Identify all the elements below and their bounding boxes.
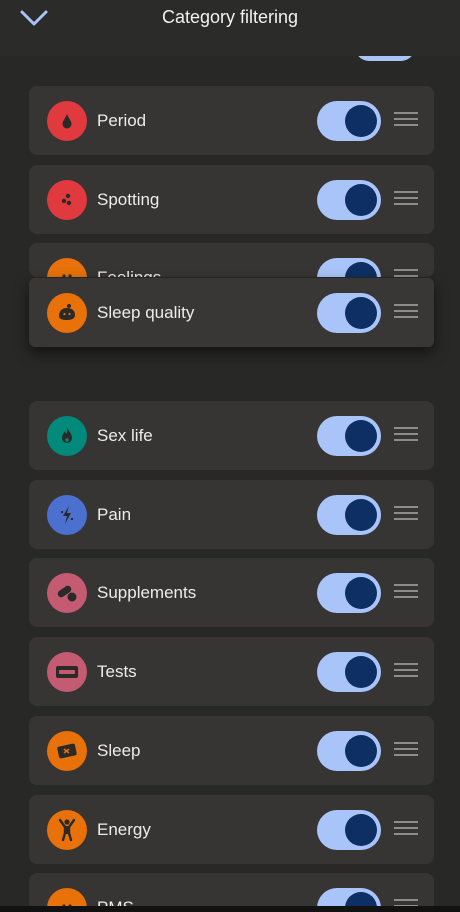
category-row-tests: Tests xyxy=(29,637,434,706)
category-label: Tests xyxy=(97,662,137,681)
toggle-knob xyxy=(345,262,377,277)
category-row-sex-life: Sex life xyxy=(29,401,434,470)
spotting-toggle[interactable] xyxy=(317,180,381,220)
sex-life-toggle[interactable] xyxy=(317,416,381,456)
pill-icon xyxy=(47,573,87,613)
category-label: Spotting xyxy=(97,190,160,209)
category-row-sleep-quality[interactable]: Sleep quality xyxy=(29,278,434,347)
toggle-knob xyxy=(345,735,377,767)
drop-icon xyxy=(47,101,87,141)
category-label: Energy xyxy=(97,820,151,839)
system-navigation-bar xyxy=(0,906,460,912)
category-label: Supplements xyxy=(97,583,197,602)
category-row-sleep: Sleep xyxy=(29,716,434,785)
pain-toggle[interactable] xyxy=(317,495,381,535)
drag-handle-icon[interactable] xyxy=(394,821,418,837)
flame-icon xyxy=(47,416,87,456)
supplements-toggle[interactable] xyxy=(317,573,381,613)
category-label: PMS xyxy=(97,898,134,909)
category-row-period: Period xyxy=(29,86,434,155)
toggle-knob xyxy=(345,184,377,216)
drag-handle-icon[interactable] xyxy=(394,304,418,320)
category-label: Period xyxy=(97,111,147,130)
dots-icon xyxy=(47,180,87,220)
sleep-toggle[interactable] xyxy=(317,731,381,771)
toggle-knob xyxy=(345,499,377,531)
drag-handle-icon[interactable] xyxy=(394,663,418,679)
toggle-knob xyxy=(345,656,377,688)
toggle-knob xyxy=(345,577,377,609)
drag-handle-icon[interactable] xyxy=(394,742,418,758)
period-toggle[interactable] xyxy=(317,101,381,141)
drag-handle-icon[interactable] xyxy=(394,269,418,277)
toggle-knob xyxy=(345,814,377,846)
pillow-icon xyxy=(47,731,87,771)
toggle-knob xyxy=(345,420,377,452)
drag-handle-icon[interactable] xyxy=(394,427,418,443)
tests-toggle[interactable] xyxy=(317,652,381,692)
toggle-knob xyxy=(345,297,377,329)
category-row-energy: Energy xyxy=(29,795,434,864)
feelings-toggle[interactable] xyxy=(317,258,381,277)
person-icon xyxy=(47,810,87,850)
drag-handle-icon[interactable] xyxy=(394,506,418,522)
energy-toggle[interactable] xyxy=(317,810,381,850)
category-label: Sleep xyxy=(97,741,141,760)
face-icon xyxy=(47,258,87,277)
drag-handle-icon[interactable] xyxy=(394,584,418,600)
category-row-pain: Pain xyxy=(29,480,434,549)
toggle-knob xyxy=(345,105,377,137)
sleep-quality-icon xyxy=(47,293,87,333)
page-title: Category filtering xyxy=(161,7,299,27)
category-row-pms: PMS xyxy=(29,873,434,909)
category-row-supplements: Supplements xyxy=(29,558,434,627)
category-label: Pain xyxy=(97,505,132,524)
drag-handle-icon[interactable] xyxy=(394,112,418,128)
test-strip-icon xyxy=(47,652,87,692)
category-label: Sex life xyxy=(97,426,153,445)
category-label: Sleep quality xyxy=(97,303,195,322)
drag-handle-icon[interactable] xyxy=(394,191,418,207)
category-row-spotting: Spotting xyxy=(29,165,434,234)
app-header: Category filtering xyxy=(0,0,460,56)
lightning-icon xyxy=(47,495,87,535)
sleep-quality-toggle[interactable] xyxy=(317,293,381,333)
category-label: Feelings xyxy=(97,243,161,277)
category-row-feelings: Feelings xyxy=(29,243,434,277)
